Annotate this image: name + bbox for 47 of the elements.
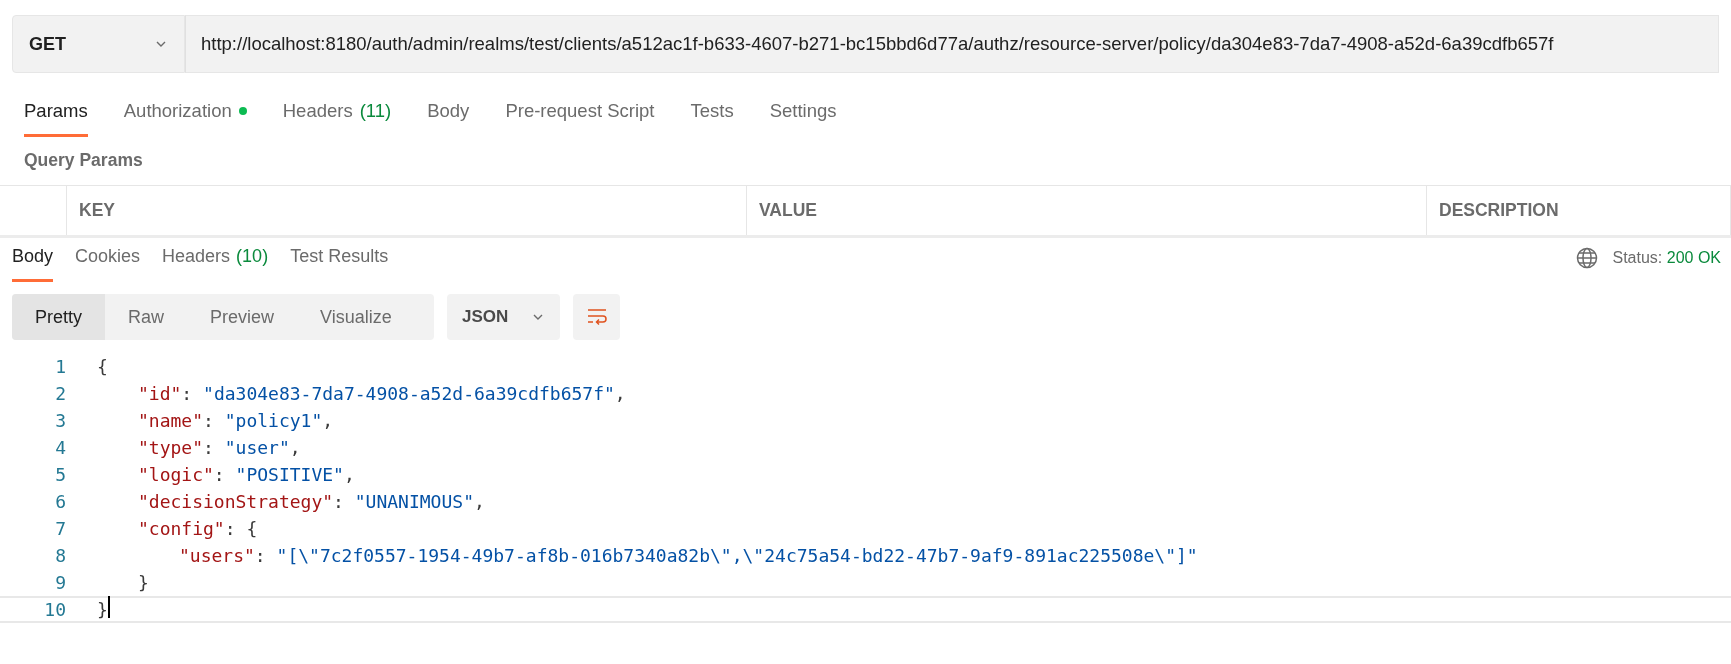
code-line: "config": { (138, 517, 258, 541)
query-params-title: Query Params (23, 149, 144, 172)
request-tab[interactable]: Pre-request Script (505, 97, 655, 137)
response-tab[interactable]: Headers (10) (162, 243, 269, 282)
view-mode-tab[interactable]: Preview (187, 294, 298, 340)
line-number: 3 (54, 409, 66, 433)
response-tab[interactable]: Cookies (75, 243, 141, 282)
response-tab[interactable]: Body (12, 243, 54, 282)
url-field[interactable]: http://localhost:8180/auth/admin/realms/test/clients/a512ac1f-b633-4607-b271-bc15bbd6d77a/authz/resource-server/policy/da304e83-7da7-4908-a52d-6a39cdfb657f (185, 15, 1719, 73)
code-line: { (97, 355, 108, 379)
column-header: DESCRIPTION (1427, 186, 1731, 235)
line-number: 1 (54, 355, 66, 379)
code-line: "users": "[\"7c2f0557-1954-49b7-af8b-016b7340a82b\",\"24c75a54-bd22-47b7-9af9-891ac225508e\"]" (179, 544, 1198, 568)
wrap-lines-icon (585, 307, 608, 327)
view-mode-tab[interactable]: Pretty (12, 294, 105, 340)
view-mode-tab[interactable]: Visualize (297, 294, 415, 340)
code-line: "logic": "POSITIVE", (138, 463, 355, 487)
method-dropdown[interactable]: GET (12, 15, 185, 73)
response-tab[interactable]: Test Results (290, 243, 389, 282)
view-mode-tab[interactable]: Raw (105, 294, 188, 340)
line-number: 9 (54, 571, 66, 595)
request-tab[interactable]: Tests (690, 97, 734, 137)
line-number: 7 (54, 517, 66, 541)
line-number: 5 (54, 463, 66, 487)
status-text: Status: 200 OK (1612, 248, 1721, 268)
text-cursor (107, 596, 110, 618)
request-tab[interactable]: Settings (769, 97, 837, 137)
line-number: 10 (43, 598, 66, 622)
line-number: 8 (54, 544, 66, 568)
code-line: "decisionStrategy": "UNANIMOUS", (138, 490, 485, 514)
code-line: "name": "policy1", (138, 409, 334, 433)
format-dropdown[interactable]: JSON (447, 294, 560, 340)
globe-icon[interactable] (1576, 247, 1599, 269)
code-line: "id": "da304e83-7da7-4908-a52d-6a39cdfb657f", (138, 382, 626, 406)
line-number: 6 (54, 490, 66, 514)
code-line: } (138, 571, 149, 595)
code-line: "type": "user", (138, 436, 301, 460)
code-line: } (97, 598, 108, 622)
line-number: 2 (54, 382, 66, 406)
column-header: VALUE (747, 186, 1427, 235)
request-tab[interactable]: Authorization (123, 97, 247, 137)
request-tab[interactable]: Params (24, 97, 88, 137)
request-tab[interactable]: Headers (11) (282, 97, 392, 137)
column-header: KEY (67, 186, 747, 235)
request-tab[interactable]: Body (427, 97, 470, 137)
line-number: 4 (54, 436, 66, 460)
wrap-lines-button[interactable] (573, 294, 620, 340)
